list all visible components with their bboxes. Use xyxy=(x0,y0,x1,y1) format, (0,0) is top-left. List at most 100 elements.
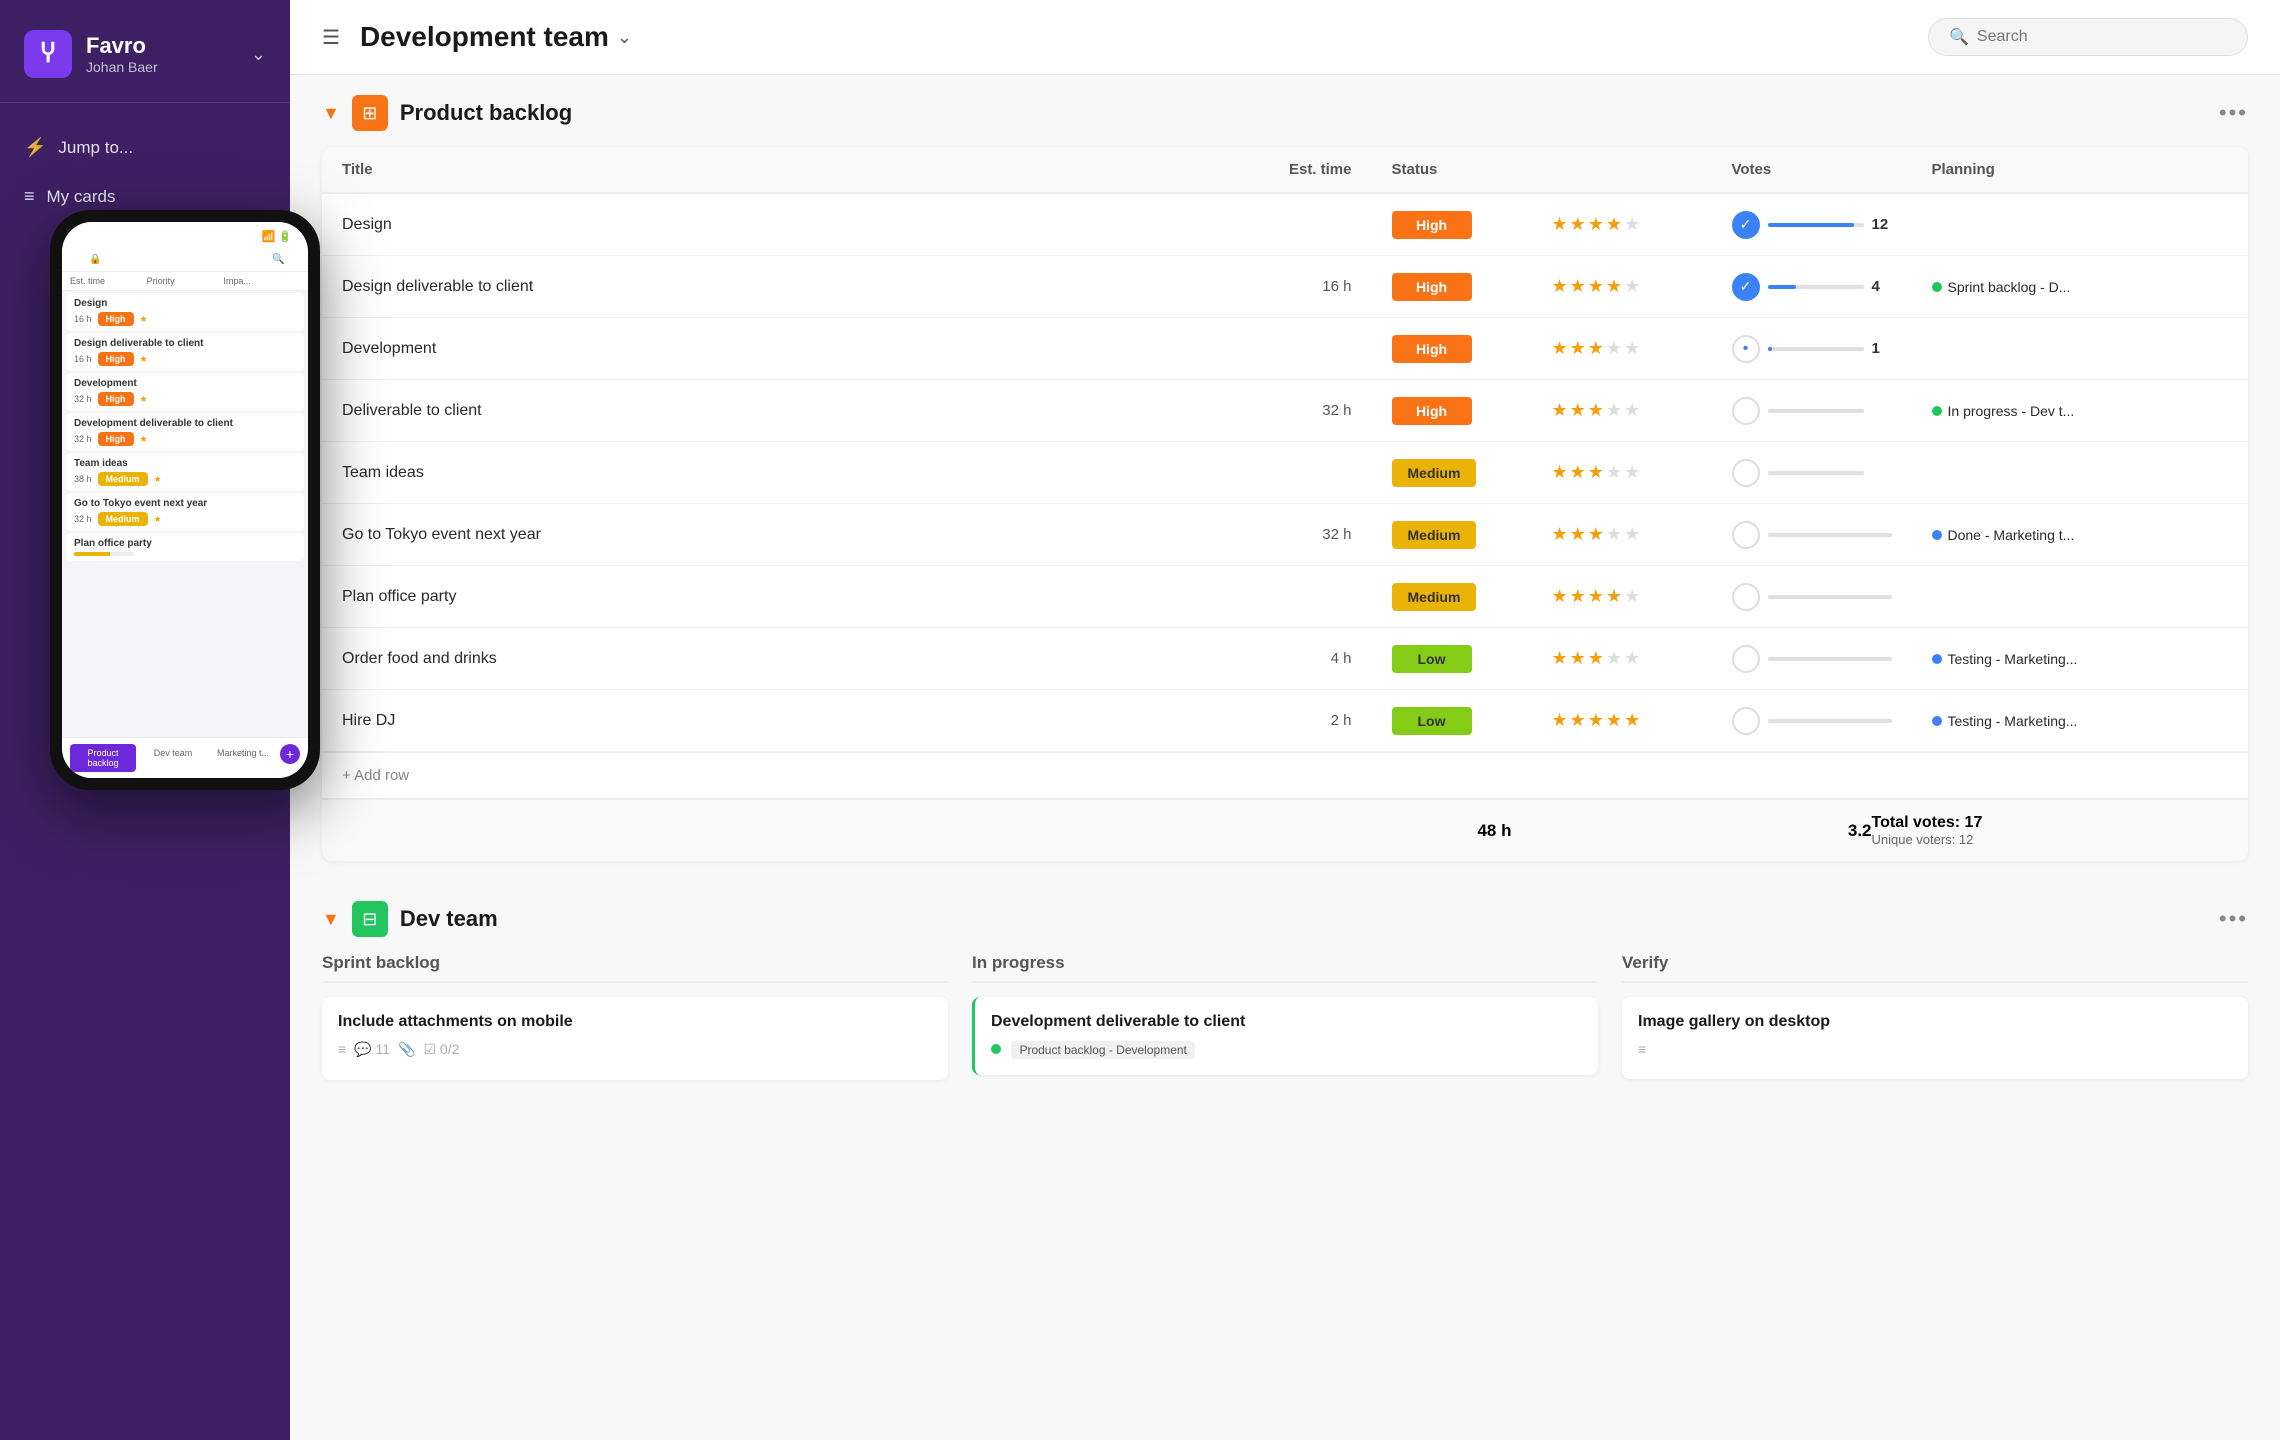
vote-checkbox[interactable] xyxy=(1732,521,1760,549)
totals-est: 48 h xyxy=(1412,821,1532,841)
row-planning xyxy=(1912,461,2249,485)
row-status: Medium xyxy=(1372,571,1532,623)
sidebar: Ⴤ Favro Johan Baer ⌄ ⚡ Jump to... ≡ My c… xyxy=(0,0,290,1440)
dev-team-title: Dev team xyxy=(400,906,498,932)
status-badge: Medium xyxy=(1392,521,1477,549)
vote-count: 12 xyxy=(1872,216,1892,233)
row-votes: 1 xyxy=(1712,323,1912,375)
row-title: Deliverable to client xyxy=(322,390,1252,432)
tag-dot xyxy=(991,1044,1001,1054)
product-backlog-icon: ⊞ xyxy=(352,95,388,131)
phone-row-dev-deliverable: Development deliverable to client 32 h H… xyxy=(66,413,304,451)
dev-team-icon: ⊟ xyxy=(352,901,388,937)
sidebar-chevron-icon[interactable]: ⌄ xyxy=(251,44,266,65)
row-title: Go to Tokyo event next year xyxy=(322,514,1252,556)
dev-team-more-icon[interactable]: ••• xyxy=(2219,906,2248,932)
phone-lock-icon: 🔒 xyxy=(89,254,101,265)
phone-row-meta: 16 h High ★ xyxy=(74,312,296,326)
sidebar-item-jump[interactable]: ⚡ Jump to... xyxy=(0,123,290,172)
planning-dot xyxy=(1932,282,1942,292)
sidebar-header: Ⴤ Favro Johan Baer ⌄ xyxy=(0,0,290,103)
sidebar-item-jump-label: Jump to... xyxy=(58,138,133,158)
phone-row-tokyo: Go to Tokyo event next year 32 h Medium … xyxy=(66,493,304,531)
app-logo: Ⴤ xyxy=(24,30,72,78)
main-content: ☰ Development team ⌄ 🔍 ▼ ⊞ Product backl… xyxy=(290,0,2280,1440)
row-votes xyxy=(1712,695,1912,747)
phone-tab-dev-team[interactable]: Dev team xyxy=(140,744,206,772)
row-title: Design deliverable to client xyxy=(322,266,1252,308)
row-status-design: High xyxy=(1372,199,1532,251)
vote-checkbox[interactable]: ✓ xyxy=(1732,211,1760,239)
col-header-status: Status xyxy=(1372,147,1532,192)
row-stars: ★★★★★ xyxy=(1532,450,1712,495)
row-est: 32 h xyxy=(1252,390,1372,431)
vote-count: 1 xyxy=(1872,340,1892,357)
vote-checkbox[interactable] xyxy=(1732,397,1760,425)
in-progress-header: In progress xyxy=(972,953,1598,983)
table-row: Order food and drinks 4 h Low ★★★★★ Test… xyxy=(322,628,2248,690)
product-backlog-table: Title Est. time Status Votes Planning De… xyxy=(322,147,2248,861)
product-backlog-title: Product backlog xyxy=(400,100,572,126)
phone-badge-high: High xyxy=(98,392,134,406)
dev-team-columns: Sprint backlog Include attachments on mo… xyxy=(322,953,2248,1080)
row-title: Order food and drinks xyxy=(322,638,1252,680)
comment-icon: 💬 11 xyxy=(354,1041,390,1058)
phone-badge-high: High xyxy=(98,312,134,326)
phone-badge-high: High xyxy=(98,352,134,366)
search-input[interactable] xyxy=(1977,28,2227,46)
phone-tab-product-backlog[interactable]: Product backlog xyxy=(70,744,136,772)
phone-row-meta: 32 h High ★ xyxy=(74,432,296,446)
phone-row-team-ideas: Team ideas 38 h Medium ★ xyxy=(66,453,304,491)
phone-badge-high: High xyxy=(98,432,134,446)
product-backlog-more-icon[interactable]: ••• xyxy=(2219,100,2248,126)
row-title: Development xyxy=(322,328,1252,370)
table-row: Hire DJ 2 h Low ★★★★★ Testing - Marketin… xyxy=(322,690,2248,752)
phone-col-est: Est. time xyxy=(70,276,147,286)
vote-checkbox[interactable] xyxy=(1732,583,1760,611)
app-name: Favro xyxy=(86,33,158,59)
phone-tab-marketing[interactable]: Marketing t... xyxy=(210,744,276,772)
phone-row-time: 16 h xyxy=(74,354,92,364)
phone-star: ★ xyxy=(140,354,148,365)
phone-table-header: Est. time Priority Impa... xyxy=(62,272,308,291)
phone-col-priority: Priority xyxy=(147,276,224,286)
vote-checkbox[interactable] xyxy=(1732,335,1760,363)
user-name: Johan Baer xyxy=(86,59,158,75)
status-badge: High xyxy=(1392,335,1472,363)
col-header-est: Est. time xyxy=(1252,147,1372,192)
status-badge: Low xyxy=(1392,707,1472,735)
row-stars: ★★★★★ xyxy=(1532,574,1712,619)
card-icons: ≡ xyxy=(1638,1041,2232,1057)
phone-row-title: Design xyxy=(74,298,296,309)
row-est: 4 h xyxy=(1252,638,1372,679)
row-votes xyxy=(1712,385,1912,437)
vote-checkbox[interactable] xyxy=(1732,645,1760,673)
vote-checkbox[interactable]: ✓ xyxy=(1732,273,1760,301)
planning-dot xyxy=(1932,406,1942,416)
row-est xyxy=(1252,337,1372,361)
row-votes-design: ✓ 12 xyxy=(1712,199,1912,251)
vote-checkbox[interactable] xyxy=(1732,707,1760,735)
section-toggle-icon[interactable]: ▼ xyxy=(322,103,340,124)
phone-row-meta: 32 h High ★ xyxy=(74,392,296,406)
product-backlog-header: ▼ ⊞ Product backlog ••• xyxy=(322,95,2248,131)
phone-row-title: Design deliverable to client xyxy=(74,338,296,349)
phone-add-tab-button[interactable]: + xyxy=(280,744,300,764)
card-tag: Product backlog - Development xyxy=(991,1041,1582,1059)
add-row-button[interactable]: + Add row xyxy=(322,752,2248,798)
col-header-stars xyxy=(1532,147,1712,192)
status-badge: Medium xyxy=(1392,583,1477,611)
phone-star: ★ xyxy=(154,474,162,485)
total-votes-label: Total votes: 17 xyxy=(1872,814,2229,832)
row-planning xyxy=(1912,585,2249,609)
phone-mockup: 15:22 ●●● ▲ 📶 🔋 ☰ 🔒 Development team ⌄ ⊞… xyxy=(50,210,320,790)
vote-checkbox[interactable] xyxy=(1732,459,1760,487)
main-title-chevron-icon[interactable]: ⌄ xyxy=(617,27,632,48)
phone-badge-medium: Medium xyxy=(98,512,148,526)
phone-star: ★ xyxy=(140,434,148,445)
dev-team-toggle-icon[interactable]: ▼ xyxy=(322,909,340,930)
hamburger-icon[interactable]: ☰ xyxy=(322,25,340,50)
dev-card-image-gallery: Image gallery on desktop ≡ xyxy=(1622,997,2248,1079)
row-stars: ★★★★★ xyxy=(1532,388,1712,433)
status-badge: High xyxy=(1392,397,1472,425)
